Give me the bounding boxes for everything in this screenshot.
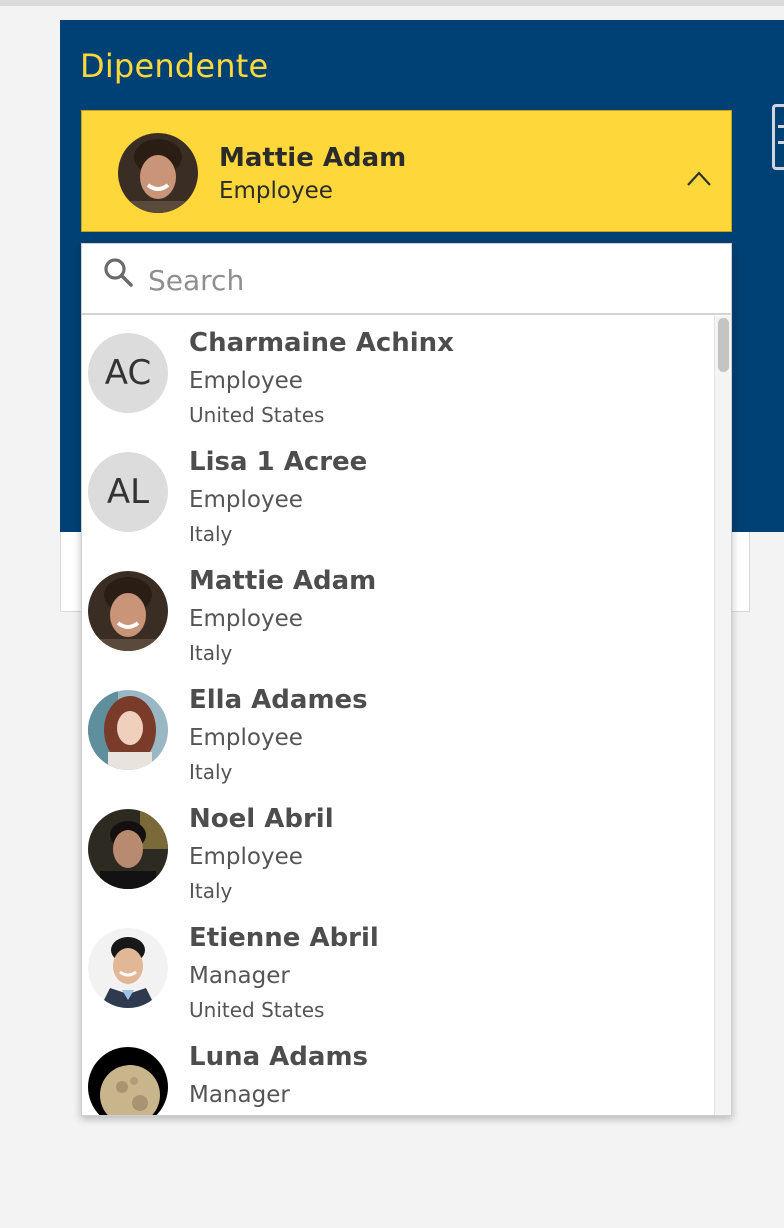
employee-name: Etienne Abril — [189, 923, 379, 953]
employee-name: Lisa 1 Acree — [189, 447, 368, 477]
search-icon — [104, 258, 133, 287]
employee-name: Ella Adames — [189, 685, 368, 715]
search-input[interactable] — [148, 258, 708, 302]
employee-country: United States — [189, 998, 325, 1022]
employee-role: Employee — [189, 368, 303, 394]
employee-country: Italy — [189, 760, 233, 784]
panel-title: Dipendente — [80, 47, 269, 85]
calendar-icon[interactable] — [772, 104, 784, 170]
list-item[interactable]: Luna Adams Manager — [82, 1030, 714, 1115]
scrollbar[interactable] — [714, 316, 731, 1115]
list-item[interactable]: Mattie Adam Employee Italy — [82, 554, 714, 673]
avatar-photo — [88, 690, 168, 770]
list-item[interactable]: AC Charmaine Achinx Employee United Stat… — [82, 316, 714, 435]
avatar-photo — [88, 1047, 168, 1115]
list-item[interactable]: Etienne Abril Manager United States — [82, 911, 714, 1030]
employee-name: Noel Abril — [189, 804, 334, 834]
search-bar — [82, 244, 731, 315]
avatar-photo — [88, 928, 168, 1008]
employee-country: Italy — [189, 522, 233, 546]
employee-name: Mattie Adam — [189, 566, 377, 596]
employee-dropdown: AC Charmaine Achinx Employee United Stat… — [81, 243, 732, 1116]
selected-name: Mattie Adam — [219, 143, 407, 173]
employee-selector[interactable]: Mattie Adam Employee — [81, 110, 732, 232]
employee-list: AC Charmaine Achinx Employee United Stat… — [82, 316, 714, 1115]
employee-role: Employee — [189, 725, 303, 751]
employee-role: Employee — [189, 487, 303, 513]
employee-role: Employee — [189, 844, 303, 870]
employee-role: Employee — [189, 606, 303, 632]
scrollbar-thumb[interactable] — [718, 318, 729, 372]
selected-avatar — [118, 133, 198, 213]
list-item[interactable]: AL Lisa 1 Acree Employee Italy — [82, 435, 714, 554]
avatar-photo — [88, 809, 168, 889]
avatar-photo — [88, 571, 168, 651]
list-item[interactable]: Ella Adames Employee Italy — [82, 673, 714, 792]
employee-role: Manager — [189, 1082, 290, 1108]
employee-country: Italy — [189, 879, 233, 903]
employee-name: Charmaine Achinx — [189, 328, 454, 358]
employee-name: Luna Adams — [189, 1042, 369, 1072]
avatar-initials: AL — [88, 452, 168, 532]
top-divider — [0, 0, 784, 6]
employee-role: Manager — [189, 963, 290, 989]
selected-role: Employee — [219, 178, 333, 204]
employee-country: United States — [189, 403, 325, 427]
list-item[interactable]: Noel Abril Employee Italy — [82, 792, 714, 911]
employee-country: Italy — [189, 641, 233, 665]
chevron-up-icon[interactable] — [686, 169, 712, 187]
avatar-initials: AC — [88, 333, 168, 413]
